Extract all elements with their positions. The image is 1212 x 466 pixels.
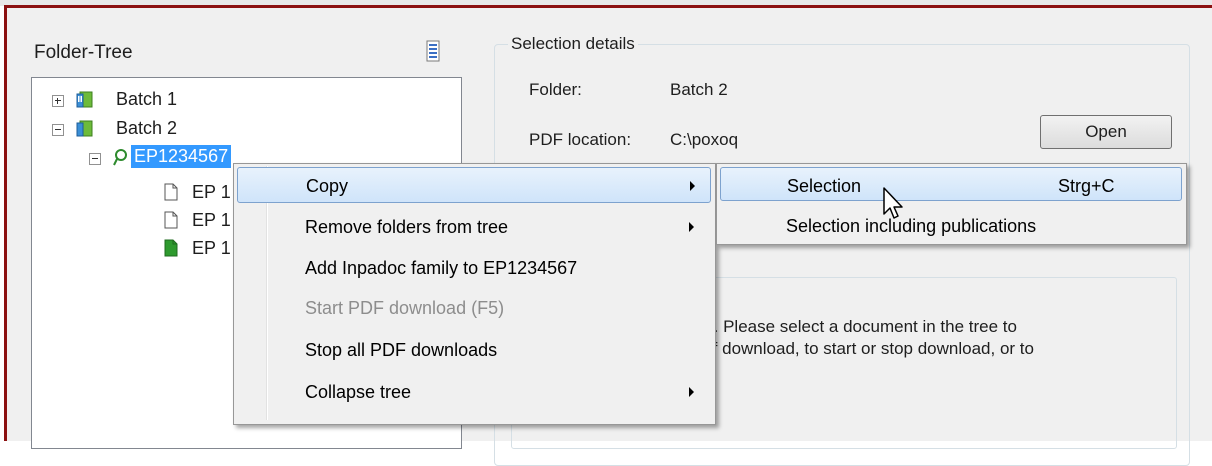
- info-line: s of download, to start or stop download…: [690, 339, 1034, 358]
- menu-item-label: Stop all PDF downloads: [305, 340, 498, 360]
- window-border-left: [4, 5, 7, 441]
- submenu-arrow-icon: [689, 222, 694, 232]
- menu-item-label: Collapse tree: [305, 382, 412, 402]
- window-border-top: [4, 5, 1212, 8]
- tree-node-label: Batch 2: [116, 118, 178, 138]
- info-text: ted. Please select a document in the tre…: [690, 316, 1160, 360]
- pdf-downloaded-icon: [164, 239, 178, 257]
- tree-node-label: EP 1: [192, 182, 231, 202]
- collapse-all-icon[interactable]: [426, 40, 440, 62]
- tree-node-label: EP 1: [192, 210, 231, 230]
- tree-node-batch-1[interactable]: Batch 1: [52, 87, 352, 113]
- tree-node-batch-2[interactable]: Batch 2: [52, 116, 352, 142]
- pdf-location-label: PDF location:: [529, 130, 632, 149]
- menu-item-shortcut: Strg+C: [1058, 176, 1115, 196]
- open-button[interactable]: Open: [1040, 115, 1172, 149]
- menu-item-label: Start PDF download (F5): [305, 298, 505, 318]
- submenu-arrow-icon: [690, 181, 695, 191]
- document-icon: [164, 211, 178, 229]
- tree-node-label: EP 1: [192, 238, 231, 258]
- menu-item-collapse-tree[interactable]: Collapse tree: [237, 374, 711, 410]
- folder-icon: [76, 120, 93, 137]
- folder-tree-title: Folder-Tree: [34, 42, 133, 63]
- tree-node-label: Batch 1: [116, 89, 178, 109]
- context-menu: Copy Remove folders from tree Add Inpado…: [233, 163, 716, 425]
- folder-warning-icon: [76, 91, 93, 108]
- menu-item-label: Selection: [787, 176, 862, 196]
- document-icon: [164, 183, 178, 201]
- menu-item-stop-pdf-downloads[interactable]: Stop all PDF downloads: [237, 332, 711, 368]
- menu-item-start-pdf-download: Start PDF download (F5): [237, 290, 711, 326]
- expand-icon[interactable]: [52, 95, 64, 107]
- info-line: ted. Please select a document in the tre…: [690, 317, 1017, 336]
- collapse-icon[interactable]: [89, 153, 101, 165]
- selection-details-title: Selection details: [508, 34, 638, 54]
- menu-item-label: Add Inpadoc family to EP1234567: [305, 258, 578, 278]
- menu-item-copy[interactable]: Copy: [237, 167, 711, 203]
- menu-item-selection-including-publications[interactable]: Selection including publications: [720, 208, 1182, 242]
- menu-item-label: Remove folders from tree: [305, 217, 509, 237]
- menu-item-add-inpadoc-family[interactable]: Add Inpadoc family to EP1234567: [237, 250, 711, 286]
- pdf-location-value: C:\poxoq: [670, 130, 739, 149]
- menu-item-label: Copy: [306, 176, 349, 196]
- menu-item-remove-folders[interactable]: Remove folders from tree: [237, 209, 711, 245]
- submenu-arrow-icon: [689, 387, 694, 397]
- tree-node-label: EP1234567: [131, 145, 232, 168]
- folder-label: Folder:: [529, 80, 582, 99]
- menu-item-label: Selection including publications: [786, 216, 1037, 236]
- mouse-cursor-icon: [883, 187, 903, 219]
- folder-value: Batch 2: [670, 80, 728, 99]
- collapse-icon[interactable]: [52, 124, 64, 136]
- copy-submenu: Selection Strg+C Selection including pub…: [716, 163, 1187, 245]
- menu-item-selection[interactable]: Selection Strg+C: [720, 167, 1182, 201]
- family-icon: [113, 149, 127, 166]
